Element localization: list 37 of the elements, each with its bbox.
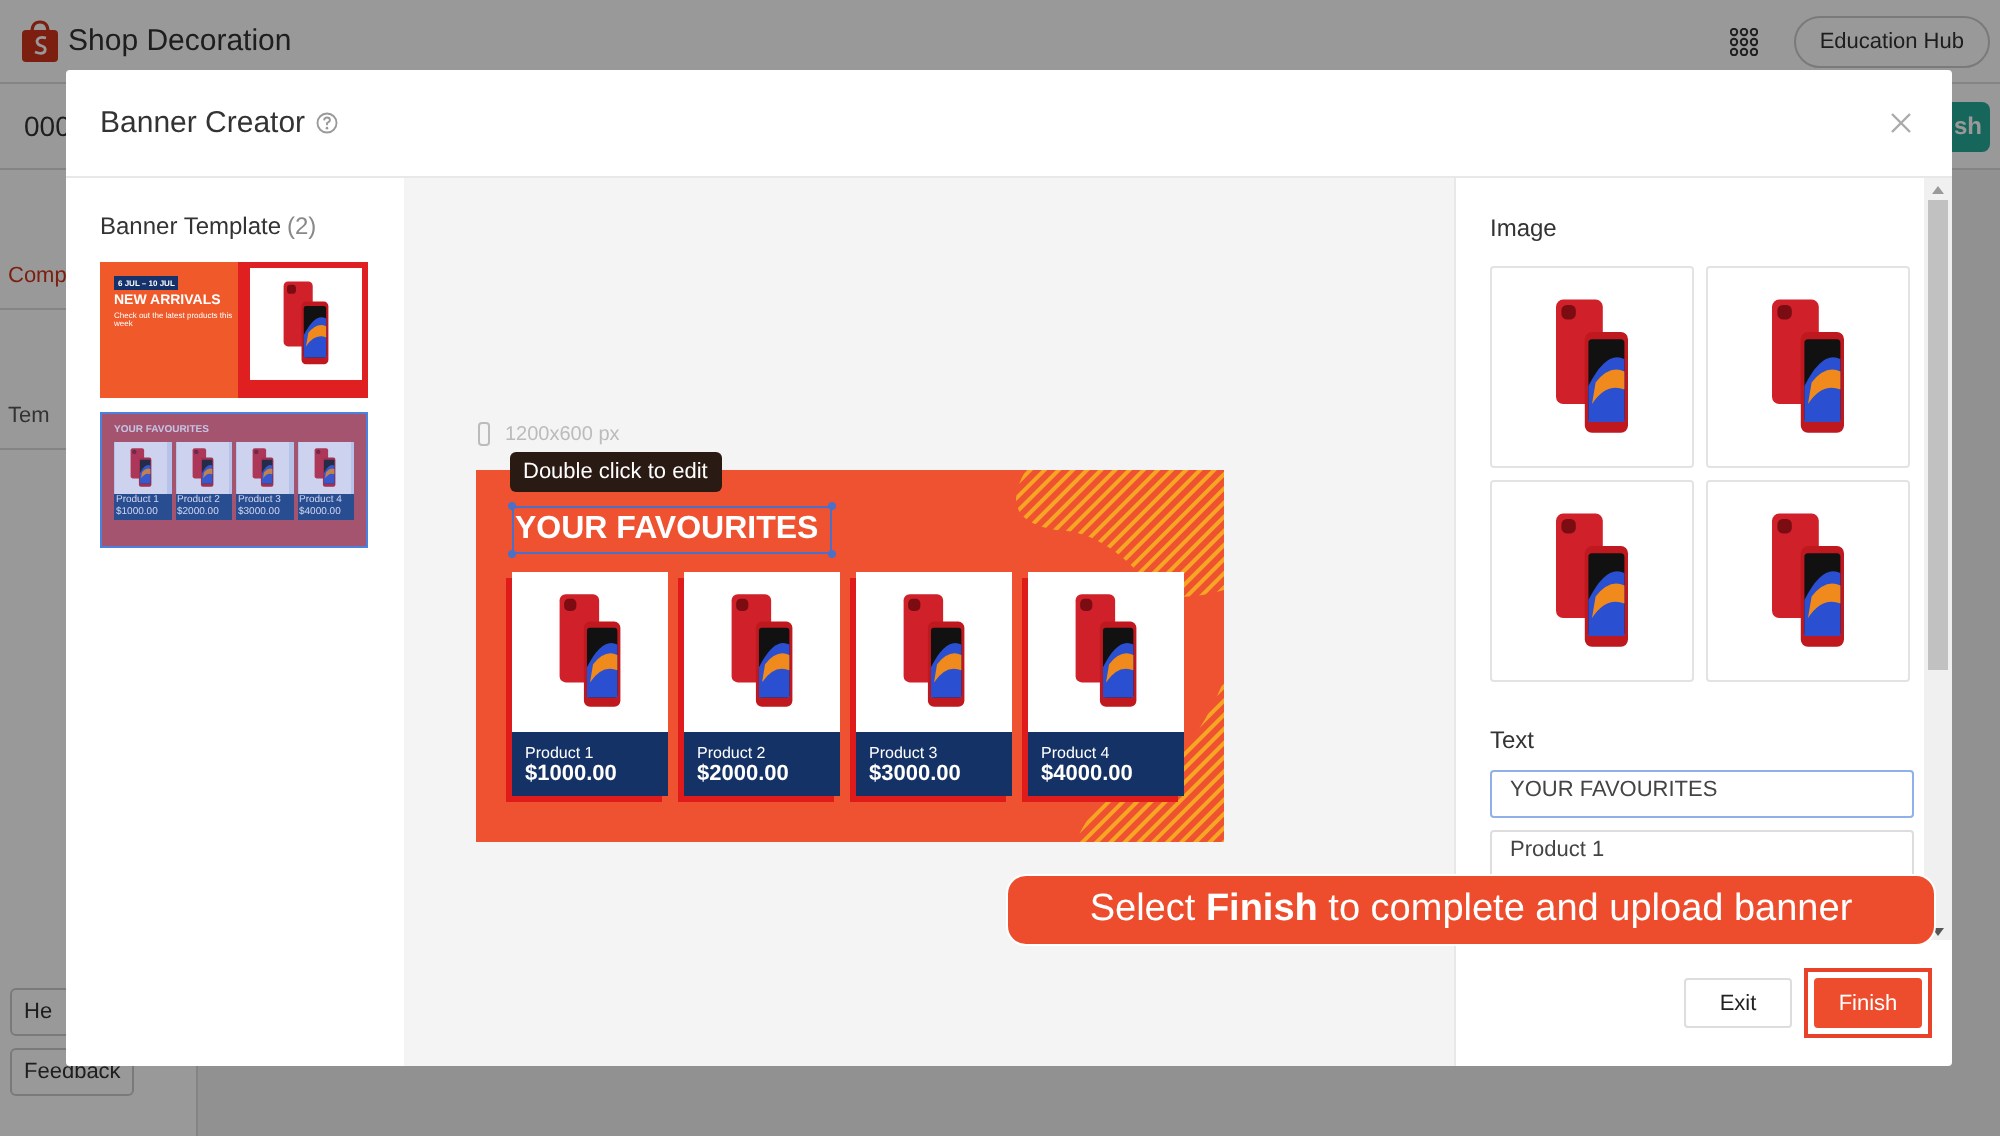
product-name: Product 2 [697,743,768,761]
instruction-callout: Select Finish to complete and upload banner [1006,874,1936,946]
section-title: Banner Template [100,212,282,240]
product-name: Product 4 [1041,743,1112,761]
product-price: $1000.00 [525,761,619,785]
product-price: $2000.00 [697,761,791,785]
product-card[interactable]: Product 4 $4000.00 [1027,572,1183,796]
education-hub-button[interactable]: Education Hub [1793,15,1990,67]
help-icon[interactable] [315,112,338,134]
product-card[interactable]: Product 3 $3000.00 [855,572,1011,796]
section-title: Text [1490,726,1537,754]
tooltip: Double click to edit [509,452,722,492]
text-input[interactable]: YOUR FAVOURITES [1490,770,1914,818]
text-input[interactable]: Product 1 [1490,830,1914,878]
product-name: Product 1 [525,743,596,761]
banner-headline: YOUR FAVOURITES [513,512,819,548]
resize-icon [477,422,489,446]
product-name: Product 3 [869,743,940,761]
finish-button[interactable]: Finish [1814,978,1922,1028]
image-tile[interactable] [1706,266,1910,468]
banner-size: 1200x600 px [505,423,620,445]
product-card[interactable]: Product 2 $2000.00 [683,572,839,796]
scrollbar[interactable] [1924,178,1952,940]
exit-button[interactable]: Exit [1684,978,1792,1028]
image-tile[interactable] [1490,266,1694,468]
apps-grid-icon[interactable] [1729,27,1758,55]
dialog-title: Banner Creator [100,106,306,140]
selected-text-box[interactable]: YOUR FAVOURITES [511,506,831,554]
image-tile[interactable] [1490,480,1694,682]
app-title: Shop Decoration [68,24,292,58]
template-count: (2) [287,212,317,240]
product-card[interactable]: Product 1 $1000.00 [511,572,667,796]
section-title: Image [1490,214,1559,242]
shopping-bag-icon [20,19,60,63]
product-price: $3000.00 [869,761,963,785]
image-tile[interactable] [1706,480,1910,682]
product-price: $4000.00 [1041,761,1135,785]
